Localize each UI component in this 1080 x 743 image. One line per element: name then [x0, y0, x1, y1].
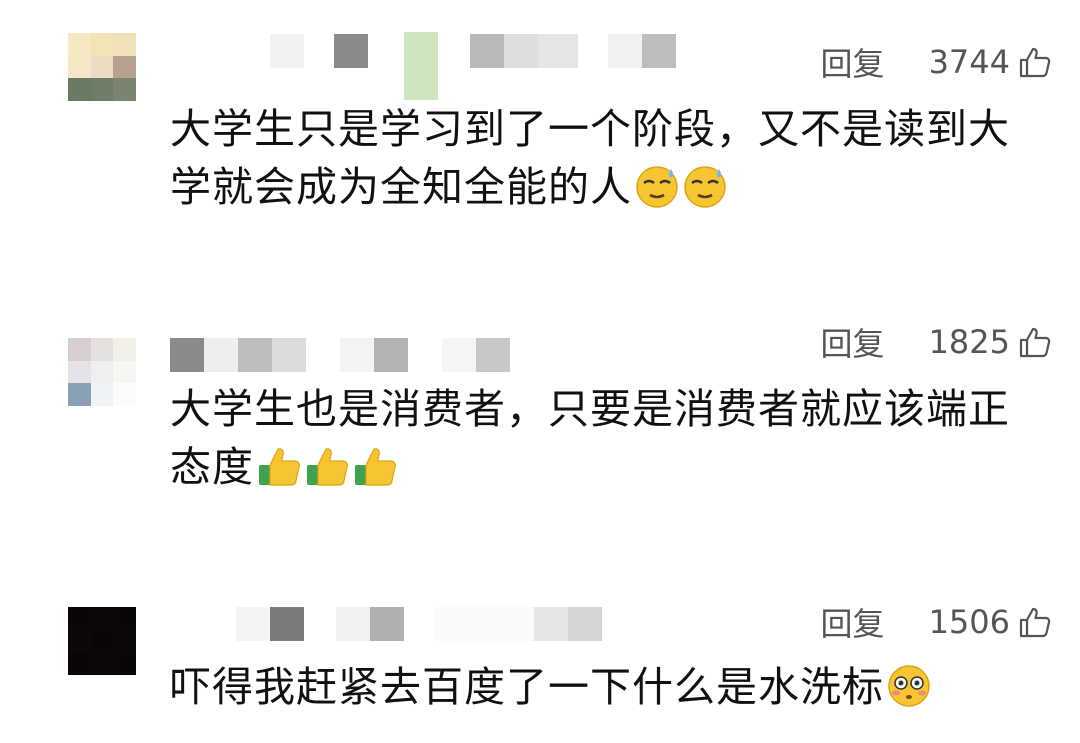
comment-text: 大学生也是消费者，只要是消费者就应该端正态度	[170, 380, 1040, 496]
thumbs-up-icon	[259, 448, 300, 486]
sweat-smile-face-icon	[636, 166, 678, 208]
like-count: 1825	[928, 323, 1010, 361]
like-button[interactable]: 1825	[929, 323, 1052, 361]
username-pixelated[interactable]	[170, 336, 510, 374]
thumbs-up-outline-icon	[1019, 607, 1051, 638]
like-button[interactable]: 3744	[929, 43, 1052, 81]
sweat-smile-face-icon	[684, 166, 726, 208]
avatar[interactable]	[68, 607, 136, 675]
comment-text: 大学生只是学习到了一个阶段，又不是读到大学就会成为全知全能的人	[170, 100, 1040, 216]
comment-actions: 回复 3744	[821, 40, 1052, 84]
username-pixelated[interactable]	[170, 32, 676, 100]
flushed-face-icon	[888, 665, 930, 707]
thumbs-up-outline-icon	[1019, 47, 1051, 78]
comment-text-content: 吓得我赶紧去百度了一下什么是水洗标	[170, 663, 884, 711]
avatar[interactable]	[68, 338, 136, 406]
thumbs-up-outline-icon	[1019, 327, 1051, 358]
like-count: 1506	[928, 603, 1010, 641]
like-button[interactable]: 1506	[929, 603, 1052, 641]
comment-text: 吓得我赶紧去百度了一下什么是水洗标	[170, 658, 1040, 716]
comment-actions: 回复 1825	[821, 320, 1052, 364]
thumbs-up-icon	[355, 448, 396, 486]
reply-button[interactable]: 回复	[821, 39, 885, 85]
reply-button[interactable]: 回复	[821, 319, 885, 365]
comment-actions: 回复 1506	[821, 600, 1052, 644]
username-pixelated[interactable]	[170, 605, 602, 643]
avatar[interactable]	[68, 33, 136, 101]
reply-button[interactable]: 回复	[821, 599, 885, 645]
thumbs-up-icon	[307, 448, 348, 486]
like-count: 3744	[928, 43, 1010, 81]
comment-text-content: 大学生只是学习到了一个阶段，又不是读到大学就会成为全知全能的人	[170, 105, 1010, 211]
